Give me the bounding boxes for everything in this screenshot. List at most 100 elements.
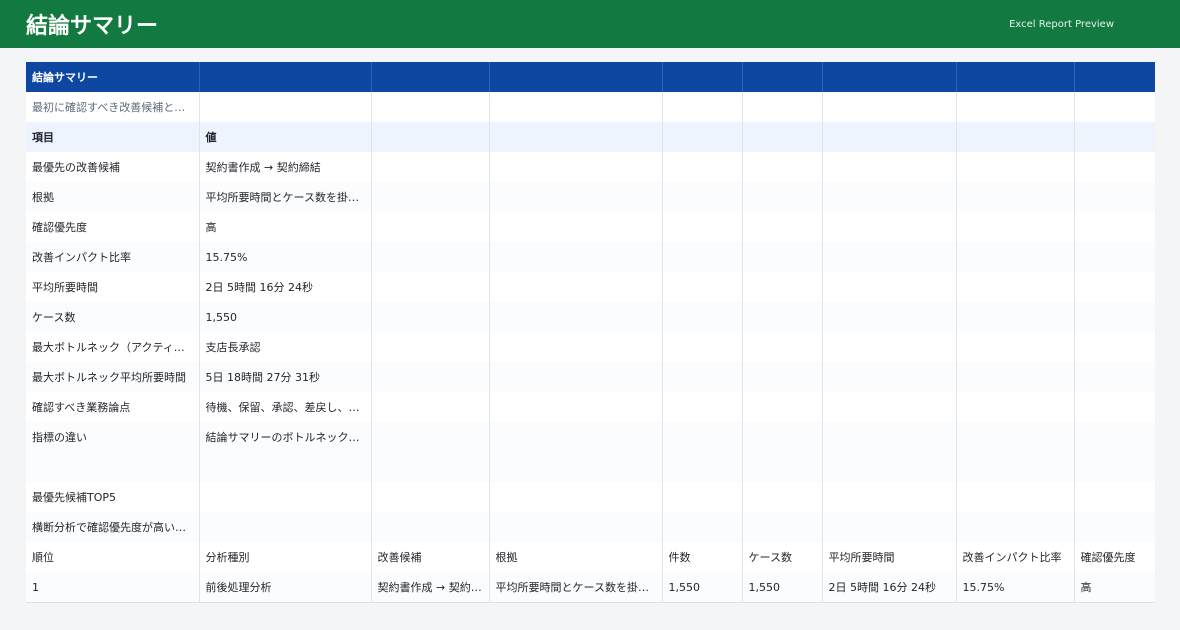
empty-cell[interactable] <box>199 92 372 122</box>
empty-cell[interactable] <box>662 482 743 512</box>
empty-cell[interactable] <box>371 302 490 332</box>
empty-cell[interactable] <box>1074 212 1155 242</box>
table-cell[interactable]: 1 <box>26 572 200 602</box>
empty-cell[interactable] <box>742 272 823 302</box>
empty-cell[interactable] <box>956 452 1075 482</box>
empty-cell[interactable] <box>742 392 823 422</box>
empty-cell[interactable] <box>489 152 663 182</box>
kv-key-cell[interactable]: 平均所要時間 <box>26 272 200 302</box>
empty-cell[interactable] <box>489 332 663 362</box>
empty-cell[interactable] <box>742 512 823 542</box>
kv-key-cell[interactable]: 確認優先度 <box>26 212 200 242</box>
empty-cell[interactable] <box>26 452 200 482</box>
empty-cell[interactable] <box>822 302 957 332</box>
table-header-cell[interactable]: 平均所要時間 <box>822 542 957 572</box>
empty-cell[interactable] <box>822 152 957 182</box>
empty-cell[interactable] <box>1074 482 1155 512</box>
empty-cell[interactable] <box>1074 422 1155 452</box>
empty-cell[interactable] <box>956 422 1075 452</box>
empty-cell[interactable] <box>822 242 957 272</box>
table-cell[interactable]: 2日 5時間 16分 24秒 <box>822 572 957 602</box>
empty-cell[interactable] <box>742 482 823 512</box>
empty-cell[interactable] <box>662 362 743 392</box>
empty-cell[interactable] <box>489 452 663 482</box>
empty-cell[interactable] <box>956 512 1075 542</box>
empty-cell[interactable] <box>956 392 1075 422</box>
kv-key-cell[interactable]: 最大ボトルネック（アクティビティ） <box>26 332 200 362</box>
table-header-cell[interactable]: 分析種別 <box>199 542 372 572</box>
empty-cell[interactable] <box>1074 182 1155 212</box>
empty-cell[interactable] <box>822 422 957 452</box>
empty-cell[interactable] <box>371 362 490 392</box>
empty-cell[interactable] <box>489 122 663 152</box>
empty-cell[interactable] <box>822 212 957 242</box>
kv-header-key[interactable]: 項目 <box>26 122 200 152</box>
table-header-cell[interactable]: 順位 <box>26 542 200 572</box>
empty-cell[interactable] <box>822 512 957 542</box>
empty-cell[interactable] <box>956 482 1075 512</box>
empty-cell[interactable] <box>371 452 490 482</box>
empty-cell[interactable] <box>662 452 743 482</box>
empty-cell[interactable] <box>662 392 743 422</box>
empty-cell[interactable] <box>1074 332 1155 362</box>
empty-cell[interactable] <box>662 152 743 182</box>
empty-cell[interactable] <box>742 152 823 182</box>
kv-value-cell[interactable]: 結論サマリーのボトルネック候補は平均所要時間で算出 <box>199 422 372 452</box>
empty-cell[interactable] <box>956 302 1075 332</box>
empty-cell[interactable] <box>956 242 1075 272</box>
top5-label-cell[interactable]: 最優先候補TOP5 <box>26 482 200 512</box>
empty-cell[interactable] <box>742 212 823 242</box>
empty-cell[interactable] <box>662 242 743 272</box>
empty-cell[interactable] <box>742 362 823 392</box>
empty-cell[interactable] <box>662 182 743 212</box>
table-header-cell[interactable]: 改善候補 <box>371 542 490 572</box>
empty-cell[interactable] <box>371 212 490 242</box>
empty-cell[interactable] <box>199 512 372 542</box>
empty-cell[interactable] <box>742 332 823 362</box>
table-header-cell[interactable]: 改善インパクト比率 <box>956 542 1075 572</box>
empty-cell[interactable] <box>822 362 957 392</box>
empty-cell[interactable] <box>489 212 663 242</box>
empty-cell[interactable] <box>371 122 490 152</box>
table-header-cell[interactable]: 根拠 <box>489 542 663 572</box>
kv-key-cell[interactable]: 根拠 <box>26 182 200 212</box>
empty-cell[interactable] <box>371 272 490 302</box>
empty-cell[interactable] <box>199 482 372 512</box>
empty-cell[interactable] <box>489 302 663 332</box>
empty-cell[interactable] <box>371 92 490 122</box>
empty-cell[interactable] <box>742 242 823 272</box>
table-cell[interactable]: 平均所要時間とケース数を掛け合わせた改善インパクト <box>489 572 663 602</box>
empty-cell[interactable] <box>489 482 663 512</box>
empty-cell[interactable] <box>956 182 1075 212</box>
kv-header-value[interactable]: 値 <box>199 122 372 152</box>
table-cell[interactable]: 1,550 <box>742 572 823 602</box>
empty-cell[interactable] <box>822 452 957 482</box>
empty-cell[interactable] <box>822 122 957 152</box>
empty-cell[interactable] <box>742 302 823 332</box>
empty-cell[interactable] <box>822 182 957 212</box>
kv-key-cell[interactable]: 最大ボトルネック平均所要時間 <box>26 362 200 392</box>
empty-cell[interactable] <box>1074 272 1155 302</box>
empty-cell[interactable] <box>956 122 1075 152</box>
empty-cell[interactable] <box>489 272 663 302</box>
empty-cell[interactable] <box>489 62 663 92</box>
empty-cell[interactable] <box>956 212 1075 242</box>
empty-cell[interactable] <box>742 182 823 212</box>
empty-cell[interactable] <box>1074 62 1155 92</box>
empty-cell[interactable] <box>489 242 663 272</box>
empty-cell[interactable] <box>822 62 957 92</box>
empty-cell[interactable] <box>489 512 663 542</box>
empty-cell[interactable] <box>371 242 490 272</box>
empty-cell[interactable] <box>822 272 957 302</box>
empty-cell[interactable] <box>956 62 1075 92</box>
empty-cell[interactable] <box>371 392 490 422</box>
empty-cell[interactable] <box>371 482 490 512</box>
table-cell[interactable]: 前後処理分析 <box>199 572 372 602</box>
table-cell[interactable]: 契約書作成 → 契約締結 <box>371 572 490 602</box>
kv-value-cell[interactable]: 平均所要時間とケース数を掛け合わせた改善インパクトが最も大きい <box>199 182 372 212</box>
empty-cell[interactable] <box>662 92 743 122</box>
empty-cell[interactable] <box>662 302 743 332</box>
table-cell[interactable]: 1,550 <box>662 572 743 602</box>
empty-cell[interactable] <box>199 452 372 482</box>
empty-cell[interactable] <box>1074 92 1155 122</box>
